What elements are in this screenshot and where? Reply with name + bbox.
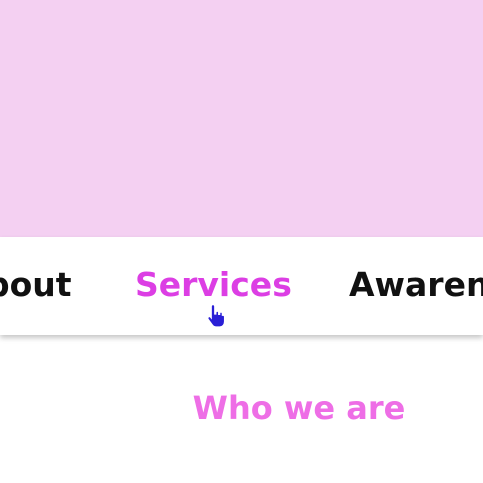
hero-banner xyxy=(0,0,483,237)
main-navbar: bout Services Awaren xyxy=(0,237,483,335)
page: bout Services Awaren Who we are xyxy=(0,0,483,483)
nav-item-services[interactable]: Services xyxy=(135,261,292,309)
nav-item-about[interactable]: bout xyxy=(0,261,72,309)
nav-item-awareness[interactable]: Awaren xyxy=(349,261,483,309)
section-title: Who we are xyxy=(192,389,406,427)
